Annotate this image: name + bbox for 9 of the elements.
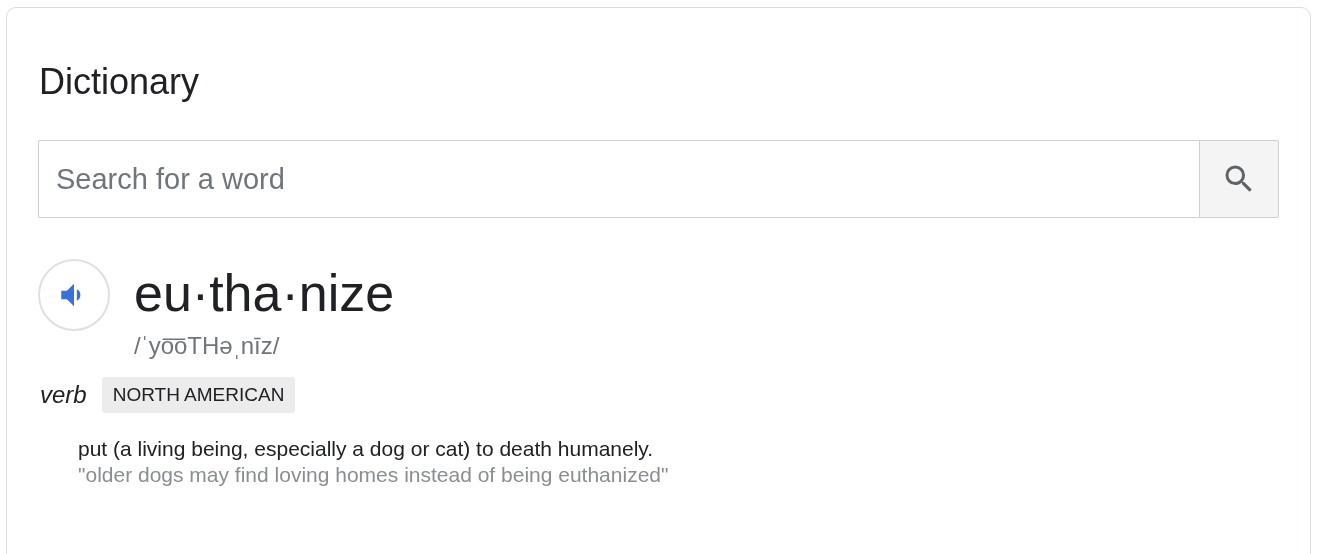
part-of-speech: verb (40, 381, 87, 409)
example-sentence: "older dogs may find loving homes instead of being euthanized" (78, 463, 670, 487)
region-label: NORTH AMERICAN (101, 377, 296, 413)
definition: put (a living being, especially a dog or cat) to death humanely. (78, 436, 655, 462)
search-field[interactable]: Search for a word (38, 140, 1199, 218)
headword: eu·tha·nize (134, 263, 395, 324)
search-button[interactable] (1199, 140, 1279, 218)
pronunciation: /ˈyo͞oTHəˌnīz/ (134, 331, 281, 361)
panel-title: Dictionary (39, 60, 201, 104)
